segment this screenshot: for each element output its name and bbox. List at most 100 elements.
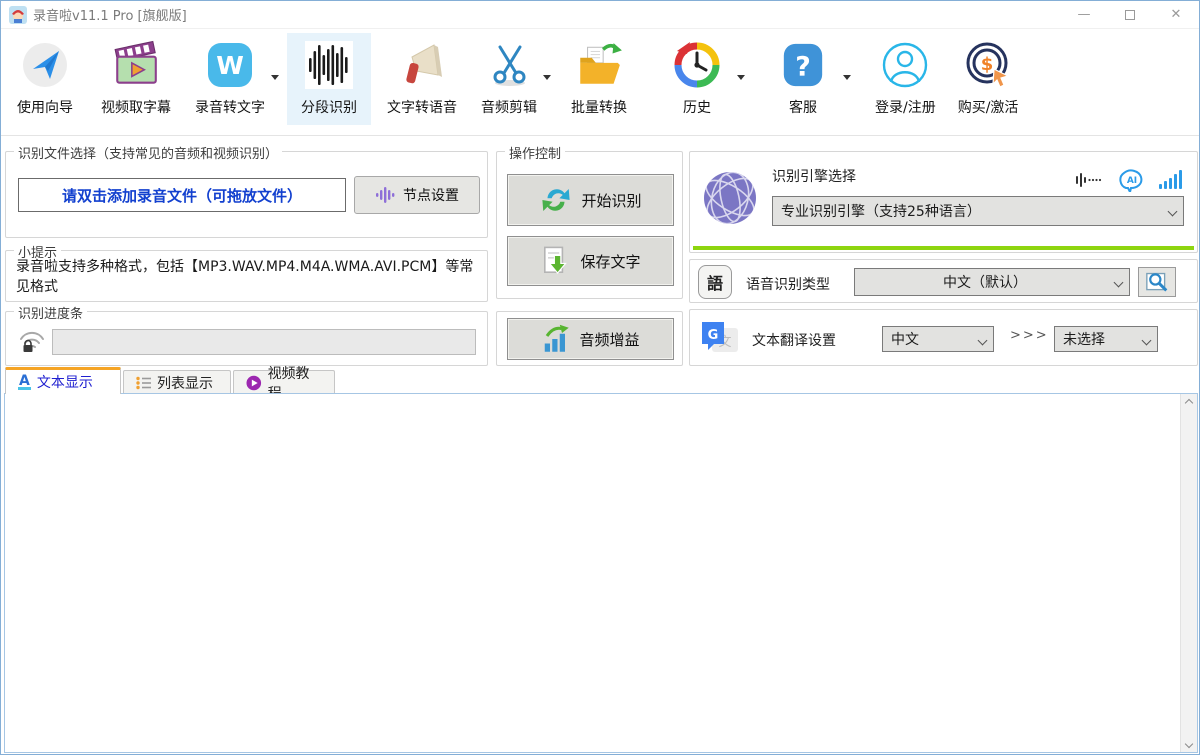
- dropdown-arrow-icon[interactable]: [843, 75, 851, 84]
- tip-groupbox: 小提示 录音啦支持多种格式，包括【MP3.WAV.MP4.M4A.WMA.AVI…: [5, 250, 488, 302]
- audio-gain-label: 音频增益: [579, 329, 639, 350]
- mini-waveform-icon: [1075, 172, 1103, 188]
- ai-assistant-icon: AI: [1117, 168, 1145, 192]
- toolbar-item-history[interactable]: 历史: [665, 33, 729, 125]
- chevron-down-icon: [1185, 739, 1193, 747]
- purple-waveform-icon: [375, 184, 397, 206]
- play-circle-icon: [246, 375, 262, 391]
- speech-type-panel: 語 语音识别类型 中文（默认）: [689, 259, 1198, 303]
- megaphone-icon: [396, 39, 448, 91]
- save-text-label: 保存文字: [580, 251, 640, 272]
- history-clock-icon: [671, 39, 723, 91]
- waveform-icon: [303, 39, 355, 91]
- globe-icon: [702, 170, 758, 226]
- save-text-button[interactable]: 保存文字: [507, 236, 674, 286]
- tab-bar: A 文本显示 列表显示 视频教程: [5, 367, 337, 394]
- translate-label: 文本翻译设置: [752, 330, 836, 350]
- gain-groupbox: 音频增益: [496, 311, 683, 366]
- wifi-lock-icon: [18, 328, 46, 354]
- translate-from-value: 中文: [891, 329, 919, 349]
- tip-text: 录音啦支持多种格式，包括【MP3.WAV.MP4.M4A.WMA.AVI.PCM…: [16, 257, 479, 297]
- add-file-button[interactable]: 请双击添加录音文件（可拖放文件）: [18, 178, 346, 212]
- toolbar-item-audio-edit[interactable]: 音频剪辑: [475, 33, 543, 125]
- toolbar-item-text-to-speech[interactable]: 文字转语音: [381, 33, 463, 125]
- toolbar-item-audio-to-text[interactable]: W 录音转文字: [189, 33, 271, 125]
- scroll-down-button[interactable]: [1181, 735, 1198, 752]
- toolbar-item-video-subtitle[interactable]: 视频取字幕: [95, 33, 177, 125]
- navigation-arrow-icon: [19, 39, 71, 91]
- progress-bar: [52, 329, 476, 355]
- maximize-icon: [1125, 10, 1135, 20]
- user-circle-icon: [879, 39, 931, 91]
- speech-type-label: 语音识别类型: [746, 274, 830, 294]
- titlebar: 录音啦v11.1 Pro [旗舰版] — ✕: [1, 1, 1199, 29]
- svg-text:AI: AI: [1127, 176, 1137, 186]
- scrollbar[interactable]: [1180, 394, 1197, 752]
- tab-list-display-label: 列表显示: [157, 373, 213, 393]
- toolbar-item-login[interactable]: 登录/注册: [869, 33, 942, 125]
- file-select-groupbox: 识别文件选择（支持常见的音频和视频识别） 请双击添加录音文件（可拖放文件） 节点…: [5, 151, 488, 238]
- transcript-textarea[interactable]: [4, 393, 1198, 753]
- refresh-arrows-icon: [539, 183, 573, 217]
- engine-panel: 识别引擎选择 AI 专业识别引擎（支持25种语言）: [689, 151, 1198, 253]
- file-select-legend: 识别文件选择（支持常见的音频和视频识别）: [14, 143, 282, 162]
- language-icon-button[interactable]: 語: [698, 265, 732, 299]
- speech-type-value: 中文（默认）: [943, 272, 1027, 292]
- dropdown-arrow-icon[interactable]: [271, 75, 279, 84]
- toolbar-item-support[interactable]: ? 客服: [771, 33, 835, 125]
- save-document-icon: [540, 245, 572, 277]
- toolbar-item-guide[interactable]: 使用向导: [11, 33, 79, 125]
- signal-bars-icon: [1159, 170, 1183, 190]
- gain-chart-icon: [541, 324, 571, 354]
- scissors-icon: [483, 39, 535, 91]
- chevron-down-icon: [978, 335, 988, 345]
- dropdown-arrow-icon[interactable]: [543, 75, 551, 84]
- speech-type-select[interactable]: 中文（默认）: [854, 268, 1130, 296]
- translate-panel: 文 G 文本翻译设置 中文 >>> 未选择: [689, 309, 1198, 366]
- audio-gain-button[interactable]: 音频增益: [507, 318, 674, 360]
- svg-text:G: G: [708, 328, 719, 343]
- node-settings-button[interactable]: 节点设置: [354, 176, 480, 214]
- translate-from-select[interactable]: 中文: [882, 326, 994, 352]
- engine-select[interactable]: 专业识别引擎（支持25种语言）: [772, 196, 1184, 226]
- minimize-button[interactable]: —: [1061, 1, 1107, 29]
- node-settings-label: 节点设置: [403, 185, 459, 205]
- controls-legend: 操作控制: [505, 143, 565, 162]
- translate-to-select[interactable]: 未选择: [1054, 326, 1158, 352]
- app-window: 录音啦v11.1 Pro [旗舰版] — ✕ 使用向导 视频取字幕: [0, 0, 1200, 755]
- start-recognition-label: 开始识别: [581, 190, 641, 211]
- translate-icon: 文 G: [700, 318, 740, 358]
- dropdown-arrow-icon[interactable]: [737, 75, 745, 84]
- tab-text-display-label: 文本显示: [37, 372, 93, 392]
- chevron-down-icon: [1142, 335, 1152, 345]
- toolbar-item-batch-convert[interactable]: 批量转换: [565, 33, 633, 125]
- dollar-cursor-icon: $: [962, 39, 1014, 91]
- maximize-button[interactable]: [1107, 1, 1153, 29]
- close-button[interactable]: ✕: [1153, 1, 1199, 29]
- tab-list-display[interactable]: 列表显示: [123, 370, 231, 394]
- start-recognition-button[interactable]: 开始识别: [507, 174, 674, 226]
- controls-groupbox: 操作控制 开始识别 保存文字: [496, 151, 683, 299]
- scroll-up-button[interactable]: [1181, 394, 1198, 411]
- w-letter-icon: W: [204, 39, 256, 91]
- folder-convert-icon: [573, 39, 625, 91]
- app-icon: [9, 6, 27, 24]
- toolbar-item-segment-recognition[interactable]: 分段识别: [287, 33, 371, 125]
- toolbar-item-buy[interactable]: $ 购买/激活: [952, 33, 1025, 125]
- progress-groupbox: 识别进度条: [5, 311, 488, 366]
- progress-legend: 识别进度条: [14, 303, 87, 322]
- svg-text:?: ?: [795, 52, 811, 83]
- svg-text:$: $: [981, 54, 994, 75]
- clapperboard-icon: [110, 39, 162, 91]
- magnifier-document-icon: [1144, 271, 1170, 293]
- list-icon: [136, 376, 151, 390]
- tab-text-display[interactable]: A 文本显示: [5, 367, 121, 394]
- svg-text:W: W: [216, 51, 244, 80]
- translate-to-value: 未选择: [1063, 329, 1105, 349]
- engine-label: 识别引擎选择: [772, 166, 856, 186]
- tab-video-tutorial[interactable]: 视频教程: [233, 370, 335, 394]
- search-language-button[interactable]: [1138, 267, 1176, 297]
- toolbar: 使用向导 视频取字幕 W 录音转文字: [1, 29, 1199, 136]
- window-title: 录音啦v11.1 Pro [旗舰版]: [33, 5, 187, 24]
- chevron-up-icon: [1185, 398, 1193, 406]
